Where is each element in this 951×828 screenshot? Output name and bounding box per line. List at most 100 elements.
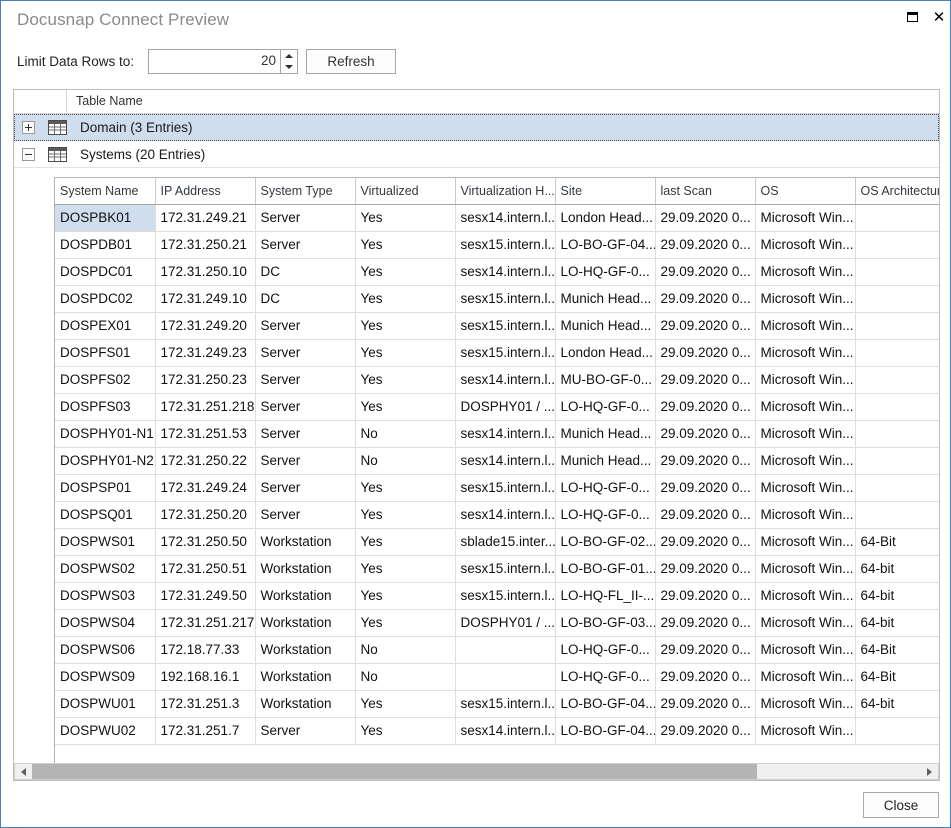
table-cell[interactable] — [855, 393, 939, 421]
table-cell[interactable]: sesx14.intern.l... — [455, 366, 556, 394]
table-cell[interactable]: DOSPWS09 — [55, 663, 156, 691]
table-cell[interactable]: Microsoft Win... — [755, 231, 856, 259]
grid-column-header[interactable]: System Name — [55, 178, 156, 205]
table-cell[interactable]: 172.31.249.10 — [155, 285, 256, 313]
table-cell[interactable]: Microsoft Win... — [755, 528, 856, 556]
table-cell[interactable]: Server — [255, 474, 356, 502]
table-cell[interactable] — [855, 258, 939, 286]
table-cell[interactable]: DOSPEX01 — [55, 312, 156, 340]
table-cell[interactable]: DOSPBK01 — [55, 204, 156, 232]
table-cell[interactable]: LO-BO-GF-02... — [555, 528, 656, 556]
grid-column-header[interactable]: OS Architecture — [855, 178, 939, 205]
table-cell[interactable]: 29.09.2020 0... — [655, 204, 756, 232]
table-cell[interactable]: 29.09.2020 0... — [655, 285, 756, 313]
grid-column-header[interactable]: System Type — [255, 178, 356, 205]
table-cell[interactable]: No — [355, 663, 456, 691]
table-cell[interactable]: LO-HQ-GF-0... — [555, 663, 656, 691]
table-row[interactable]: DOSPWS06 172.18.77.33 Workstation No LO-HQ-G… — [55, 636, 939, 664]
table-cell[interactable]: Server — [255, 393, 356, 421]
table-cell[interactable]: Workstation — [255, 555, 356, 583]
table-cell[interactable]: London Head... — [555, 339, 656, 367]
limit-data-rows-stepper[interactable]: 20 — [148, 49, 298, 74]
table-cell[interactable]: Microsoft Win... — [755, 312, 856, 340]
table-cell[interactable]: 29.09.2020 0... — [655, 339, 756, 367]
scroll-left-button[interactable] — [15, 764, 32, 779]
table-cell[interactable]: 64-Bit — [855, 528, 939, 556]
table-cell[interactable]: 29.09.2020 0... — [655, 258, 756, 286]
table-cell[interactable]: Workstation — [255, 663, 356, 691]
table-cell[interactable] — [855, 285, 939, 313]
refresh-button[interactable]: Refresh — [306, 49, 396, 74]
table-cell[interactable] — [455, 636, 556, 664]
table-cell[interactable]: LO-HQ-GF-0... — [555, 474, 656, 502]
table-cell[interactable]: 172.31.251.3 — [155, 690, 256, 718]
table-cell[interactable]: DOSPHY01-N2 — [55, 447, 156, 475]
table-cell[interactable]: LO-BO-GF-04... — [555, 690, 656, 718]
grid-column-header[interactable]: Virtualization H... — [455, 178, 556, 205]
table-cell[interactable]: sesx14.intern.l... — [455, 204, 556, 232]
table-cell[interactable]: Workstation — [255, 582, 356, 610]
collapse-icon[interactable] — [22, 147, 35, 161]
table-cell[interactable]: 29.09.2020 0... — [655, 447, 756, 475]
table-row[interactable]: DOSPSQ01 172.31.250.20 Server Yes sesx14.int… — [55, 501, 939, 529]
table-cell[interactable]: sesx14.intern.l... — [455, 420, 556, 448]
table-cell[interactable]: DOSPWS03 — [55, 582, 156, 610]
table-cell[interactable]: 29.09.2020 0... — [655, 555, 756, 583]
table-cell[interactable]: sesx14.intern.l... — [455, 258, 556, 286]
table-cell[interactable]: 64-Bit — [855, 636, 939, 664]
table-cell[interactable]: Microsoft Win... — [755, 555, 856, 583]
table-cell[interactable]: Yes — [355, 555, 456, 583]
table-cell[interactable]: 64-bit — [855, 555, 939, 583]
table-row[interactable]: DOSPFS01 172.31.249.23 Server Yes sesx15.int… — [55, 339, 939, 367]
table-cell[interactable]: Microsoft Win... — [755, 204, 856, 232]
scrollbar-track[interactable] — [32, 764, 921, 779]
table-cell[interactable]: Yes — [355, 393, 456, 421]
table-cell[interactable]: Microsoft Win... — [755, 285, 856, 313]
table-cell[interactable]: 29.09.2020 0... — [655, 231, 756, 259]
table-cell[interactable]: 172.31.251.7 — [155, 717, 256, 745]
table-cell[interactable]: DOSPHY01 / ... — [455, 393, 556, 421]
grid-column-header[interactable]: last Scan — [655, 178, 756, 205]
table-cell[interactable]: 29.09.2020 0... — [655, 663, 756, 691]
table-cell[interactable]: LO-BO-GF-04... — [555, 231, 656, 259]
table-cell[interactable]: 64-bit — [855, 582, 939, 610]
table-cell[interactable]: DOSPWS02 — [55, 555, 156, 583]
table-cell[interactable]: sesx15.intern.l... — [455, 312, 556, 340]
table-cell[interactable]: sesx15.intern.l... — [455, 555, 556, 583]
table-cell[interactable] — [855, 312, 939, 340]
table-cell[interactable]: Yes — [355, 258, 456, 286]
table-cell[interactable]: No — [355, 420, 456, 448]
table-cell[interactable] — [455, 663, 556, 691]
grid-column-header[interactable]: IP Address — [155, 178, 256, 205]
table-cell[interactable]: Yes — [355, 204, 456, 232]
table-cell[interactable]: Microsoft Win... — [755, 366, 856, 394]
table-row[interactable]: DOSPWS03 172.31.249.50 Workstation Yes sesx1… — [55, 582, 939, 610]
table-row[interactable]: DOSPFS02 172.31.250.23 Server Yes sesx14.int… — [55, 366, 939, 394]
table-cell[interactable]: LO-BO-GF-03... — [555, 609, 656, 637]
systems-data-grid[interactable]: System Name IP Address System Type Virtuali… — [54, 177, 939, 780]
table-cell[interactable]: LO-HQ-GF-0... — [555, 501, 656, 529]
table-cell[interactable]: DOSPHY01 / ... — [455, 609, 556, 637]
expand-icon[interactable] — [22, 121, 35, 134]
table-cell[interactable]: Microsoft Win... — [755, 447, 856, 475]
table-cell[interactable]: Server — [255, 231, 356, 259]
table-cell[interactable]: DOSPSQ01 — [55, 501, 156, 529]
table-cell[interactable]: Server — [255, 501, 356, 529]
table-cell[interactable]: Microsoft Win... — [755, 474, 856, 502]
horizontal-scrollbar[interactable] — [14, 763, 939, 780]
table-cell[interactable] — [855, 447, 939, 475]
table-cell[interactable]: sesx15.intern.l... — [455, 285, 556, 313]
table-cell[interactable]: Server — [255, 717, 356, 745]
table-cell[interactable]: Server — [255, 420, 356, 448]
table-cell[interactable]: sesx14.intern.l... — [455, 447, 556, 475]
table-row[interactable]: DOSPWS01 172.31.250.50 Workstation Yes sblad… — [55, 528, 939, 556]
limit-data-rows-input[interactable]: 20 — [149, 50, 280, 73]
table-cell[interactable]: LO-HQ-GF-0... — [555, 393, 656, 421]
table-cell[interactable]: DOSPWU01 — [55, 690, 156, 718]
table-cell[interactable]: DOSPWS06 — [55, 636, 156, 664]
table-row[interactable]: DOSPWS02 172.31.250.51 Workstation Yes sesx1… — [55, 555, 939, 583]
close-button[interactable]: Close — [863, 792, 939, 818]
table-row[interactable]: DOSPFS03 172.31.251.218 Server Yes DOSPHY01 … — [55, 393, 939, 421]
scroll-right-button[interactable] — [921, 764, 938, 779]
table-cell[interactable]: DOSPWS01 — [55, 528, 156, 556]
